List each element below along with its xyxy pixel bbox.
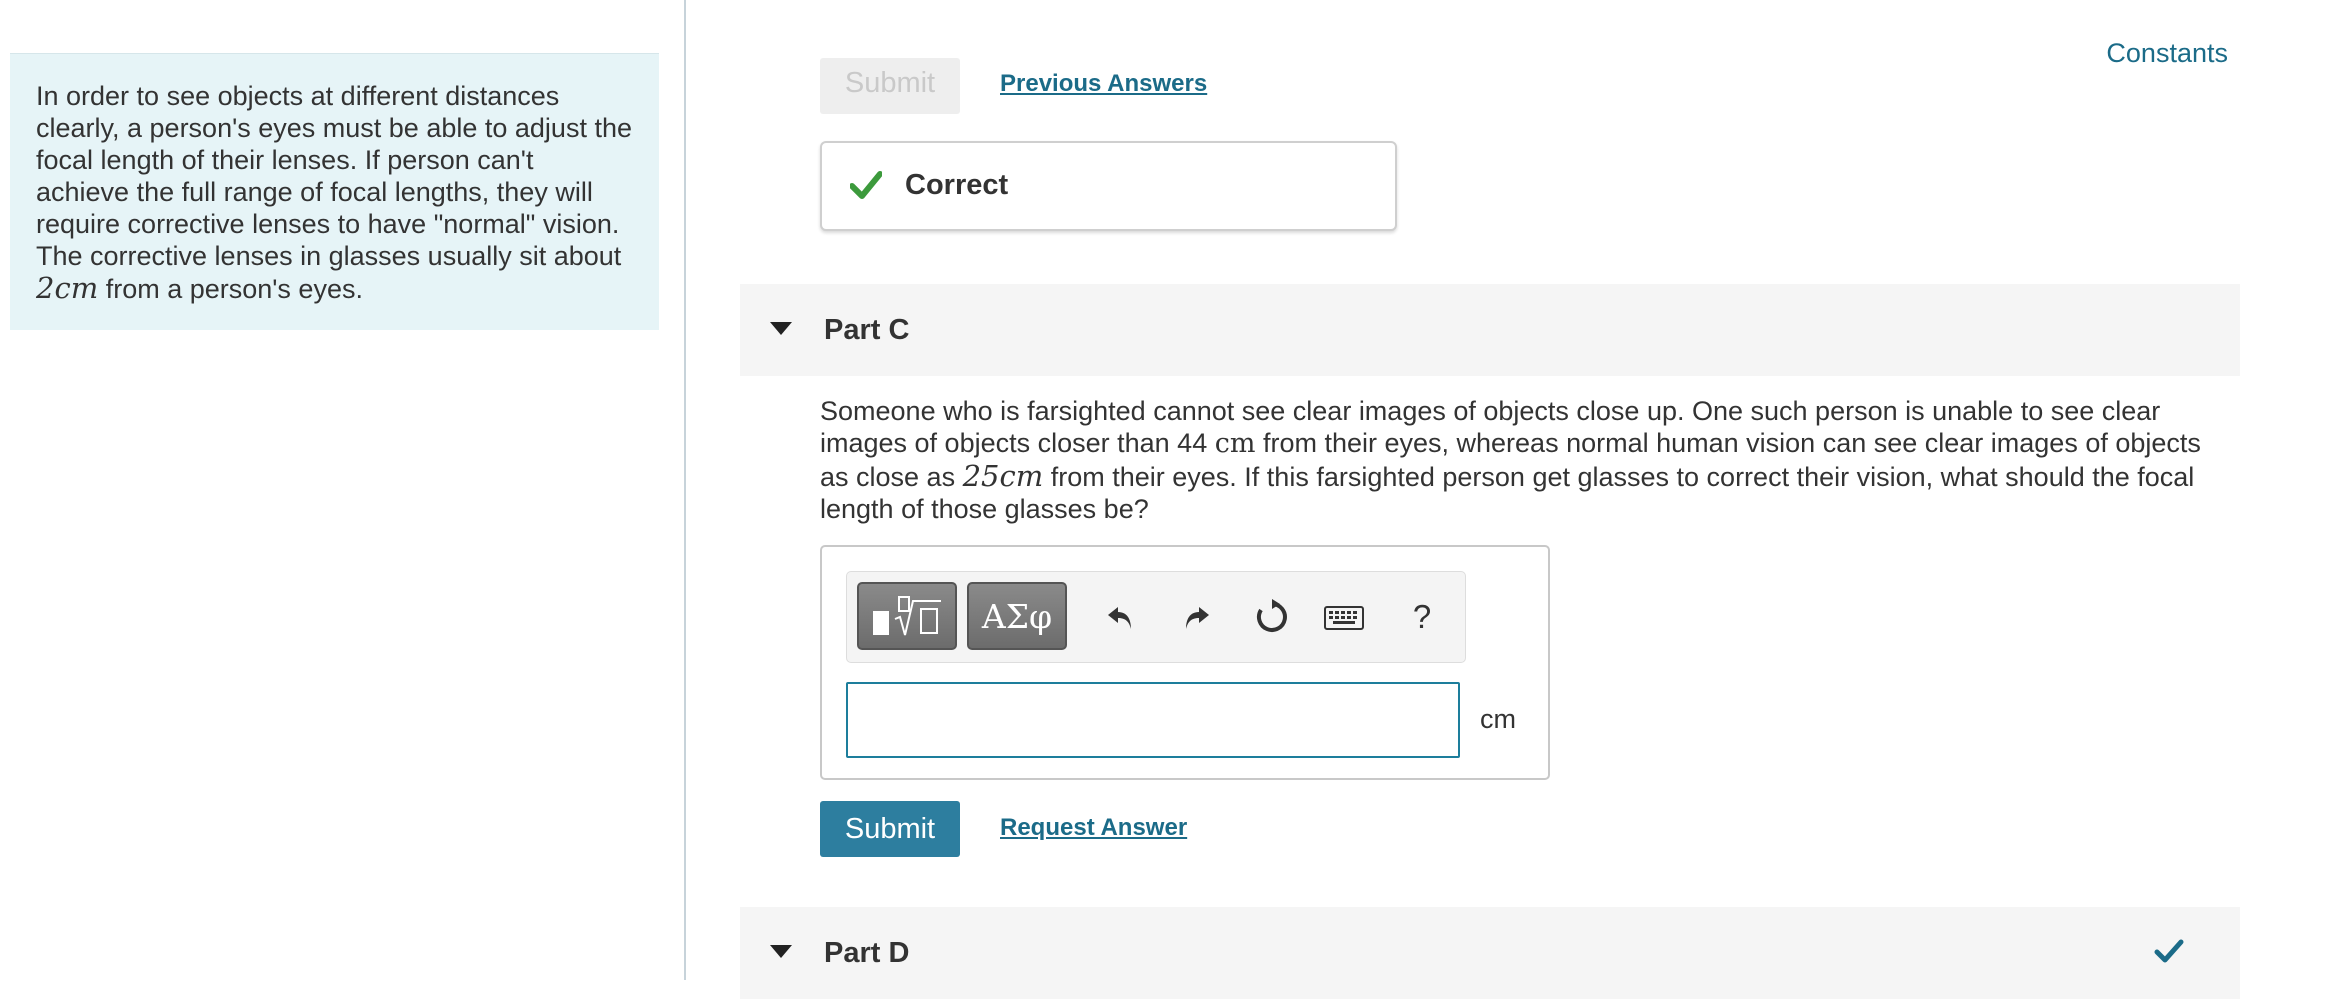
templates-sqrt-icon: [873, 596, 941, 636]
undo-icon[interactable]: [1100, 597, 1140, 637]
submit-button[interactable]: Submit: [820, 801, 960, 857]
answer-frame: ΑΣφ ? cm: [820, 545, 1550, 780]
part-c-header[interactable]: Part C: [740, 284, 2240, 376]
reset-icon[interactable]: [1252, 597, 1292, 637]
part-c-question: Someone who is farsighted cannot see cle…: [820, 395, 2220, 525]
math-toolbar: ΑΣφ ?: [846, 571, 1466, 663]
symbols-button[interactable]: ΑΣφ: [967, 582, 1067, 650]
part-d-title: Part D: [824, 937, 910, 969]
checkmark-icon: [850, 171, 882, 199]
keyboard-icon[interactable]: [1322, 597, 1366, 637]
intro-text-start: In order to see objects at different dis…: [36, 81, 632, 271]
request-answer-link[interactable]: Request Answer: [1000, 814, 1187, 842]
caret-down-icon: [770, 945, 792, 958]
question-normal-distance: 25cm: [962, 459, 1044, 493]
completed-check-icon: [2154, 939, 2184, 963]
previous-answers-link[interactable]: Previous Answers: [1000, 70, 1207, 98]
part-d-header[interactable]: Part D: [740, 907, 2240, 999]
constants-link[interactable]: Constants: [2106, 38, 2228, 69]
correct-label: Correct: [905, 169, 1009, 201]
correct-feedback-box: Correct: [820, 141, 1397, 231]
answer-unit-label: cm: [1480, 704, 1516, 734]
part-b-submit-button: Submit: [820, 58, 960, 114]
intro-distance-math: 2cm: [36, 271, 99, 305]
part-c-title: Part C: [824, 314, 910, 346]
redo-icon[interactable]: [1177, 597, 1217, 637]
help-button[interactable]: ?: [1402, 597, 1442, 637]
question-unit-math: cm: [1214, 428, 1256, 459]
answer-input[interactable]: [846, 682, 1460, 758]
intro-panel: In order to see objects at different dis…: [10, 53, 659, 330]
intro-text-end: from a person's eyes.: [98, 274, 363, 304]
templates-button[interactable]: [857, 582, 957, 650]
left-column: In order to see objects at different dis…: [0, 0, 686, 980]
caret-down-icon: [770, 322, 792, 335]
